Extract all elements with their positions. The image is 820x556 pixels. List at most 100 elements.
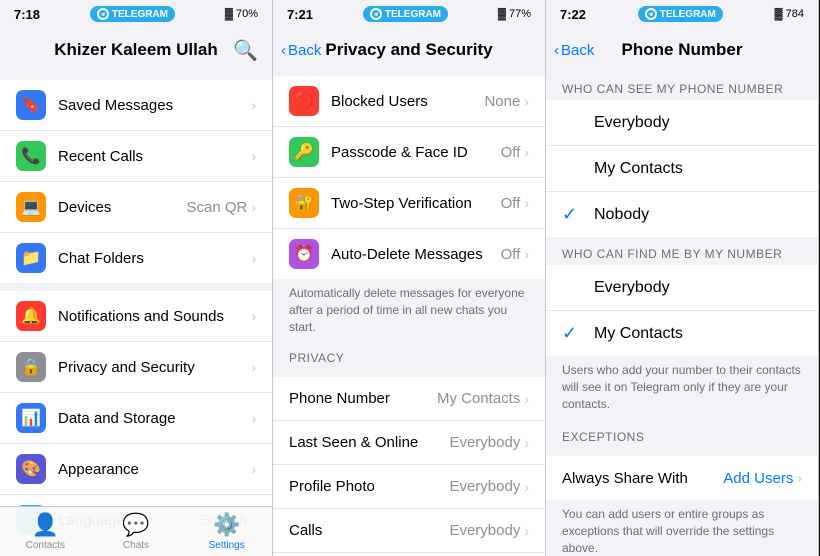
auto-delete-item[interactable]: ⏰ Auto-Delete Messages Off › bbox=[273, 229, 545, 279]
calls-privacy-item[interactable]: Calls Everybody › bbox=[273, 509, 545, 553]
recent-calls-icon: 📞 bbox=[16, 141, 46, 171]
chat-folders-item[interactable]: 📁 Chat Folders › bbox=[0, 233, 272, 283]
chevron-passcode: › bbox=[524, 144, 529, 160]
telegram-label-3: TELEGRAM bbox=[660, 9, 716, 20]
calls-privacy-value: Everybody bbox=[449, 522, 520, 539]
status-bar-1: 7:18 TELEGRAM ▓ 70% bbox=[0, 0, 272, 28]
always-share-label: Always Share With bbox=[562, 470, 723, 487]
section2-note: Users who add your number to their conta… bbox=[546, 356, 818, 420]
phone-number-privacy-item[interactable]: Phone Number My Contacts › bbox=[273, 377, 545, 421]
devices-icon: 💻 bbox=[16, 192, 46, 222]
my-contacts-check-2: ✓ bbox=[562, 323, 582, 344]
exceptions-header: EXCEPTIONS bbox=[546, 420, 818, 448]
panel2-header: ‹ Back Privacy and Security bbox=[273, 28, 545, 72]
blocked-icon: 🚫 bbox=[289, 86, 319, 116]
status-bar-3: 7:22 TELEGRAM ▓ 784 bbox=[546, 0, 818, 28]
passcode-value: Off bbox=[501, 144, 521, 161]
telegram-label-1: TELEGRAM bbox=[112, 9, 168, 20]
saved-messages-item[interactable]: 🔖 Saved Messages › bbox=[0, 80, 272, 131]
privacy-item[interactable]: 🔒 Privacy and Security › bbox=[0, 342, 272, 393]
phone-number-privacy-value: My Contacts bbox=[437, 390, 520, 407]
chevron-folders: › bbox=[251, 250, 256, 266]
recent-calls-item[interactable]: 📞 Recent Calls › bbox=[0, 131, 272, 182]
chevron-appearance: › bbox=[251, 461, 256, 477]
always-share-value: Add Users bbox=[723, 470, 793, 487]
my-contacts-option-1[interactable]: ✓ My Contacts bbox=[546, 146, 818, 192]
contacts-tab-label: Contacts bbox=[26, 540, 65, 551]
profile-photo-item[interactable]: Profile Photo Everybody › bbox=[273, 465, 545, 509]
always-share-section: Always Share With Add Users › bbox=[546, 456, 818, 500]
my-contacts-option-2[interactable]: ✓ My Contacts bbox=[546, 311, 818, 356]
everybody-option-2[interactable]: ✓ Everybody bbox=[546, 265, 818, 311]
settings-section-1: 🔖 Saved Messages › 📞 Recent Calls › 💻 De… bbox=[0, 80, 272, 283]
time-2: 7:21 bbox=[287, 7, 313, 22]
chevron-two-step: › bbox=[524, 195, 529, 211]
calls-privacy-label: Calls bbox=[289, 522, 449, 539]
passcode-item[interactable]: 🔑 Passcode & Face ID Off › bbox=[273, 127, 545, 178]
chat-folders-icon: 📁 bbox=[16, 243, 46, 273]
chevron-notif: › bbox=[251, 308, 256, 324]
status-bar-2: 7:21 TELEGRAM ▓ 77% bbox=[273, 0, 545, 28]
back-label-2: Back bbox=[288, 42, 321, 59]
telegram-badge-2: TELEGRAM bbox=[363, 6, 448, 22]
notifications-item[interactable]: 🔔 Notifications and Sounds › bbox=[0, 291, 272, 342]
back-button-2[interactable]: ‹ Back bbox=[281, 42, 321, 59]
auto-delete-icon: ⏰ bbox=[289, 239, 319, 269]
always-share-item[interactable]: Always Share With Add Users › bbox=[546, 456, 818, 500]
appearance-label: Appearance bbox=[58, 461, 251, 478]
panel-privacy: 7:21 TELEGRAM ▓ 77% ‹ Back Privacy and S… bbox=[273, 0, 546, 556]
tab-contacts[interactable]: 👤 Contacts bbox=[0, 512, 91, 551]
chevron-blocked: › bbox=[524, 93, 529, 109]
my-contacts-label-2: My Contacts bbox=[594, 325, 683, 343]
auto-delete-note: Automatically delete messages for everyo… bbox=[273, 279, 545, 343]
last-seen-item[interactable]: Last Seen & Online Everybody › bbox=[273, 421, 545, 465]
notifications-label: Notifications and Sounds bbox=[58, 308, 251, 325]
data-storage-item[interactable]: 📊 Data and Storage › bbox=[0, 393, 272, 444]
settings-tab-icon: ⚙️ bbox=[213, 512, 240, 538]
panel1-header: Khizer Kaleem Ullah 🔍 bbox=[0, 28, 272, 72]
bottom-tabs: 👤 Contacts 💬 Chats ⚙️ Settings bbox=[0, 506, 272, 556]
chevron-data: › bbox=[251, 410, 256, 426]
contacts-tab-icon: 👤 bbox=[32, 512, 59, 538]
privacy-label: Privacy and Security bbox=[58, 359, 251, 376]
panel-phone-number: 7:22 TELEGRAM ▓ 784 ‹ Back Phone Number … bbox=[546, 0, 819, 556]
two-step-label: Two-Step Verification bbox=[331, 195, 501, 212]
recent-calls-label: Recent Calls bbox=[58, 148, 251, 165]
saved-messages-icon: 🔖 bbox=[16, 90, 46, 120]
devices-label: Devices bbox=[58, 199, 186, 216]
exceptions-note: You can add users or entire groups as ex… bbox=[546, 500, 818, 556]
privacy-top-section: 🚫 Blocked Users None › 🔑 Passcode & Face… bbox=[273, 76, 545, 279]
nobody-option[interactable]: ✓ Nobody bbox=[546, 192, 818, 237]
everybody-option-1[interactable]: ✓ Everybody bbox=[546, 100, 818, 146]
chevron-privacy: › bbox=[251, 359, 256, 375]
privacy-header: PRIVACY bbox=[273, 343, 545, 369]
section1-header: WHO CAN SEE MY PHONE NUMBER bbox=[546, 72, 818, 100]
who-can-see-group: ✓ Everybody ✓ My Contacts ✓ Nobody bbox=[546, 100, 818, 237]
appearance-item[interactable]: 🎨 Appearance › bbox=[0, 444, 272, 495]
two-step-item[interactable]: 🔐 Two-Step Verification Off › bbox=[273, 178, 545, 229]
nobody-check: ✓ bbox=[562, 204, 582, 225]
search-icon[interactable]: 🔍 bbox=[233, 38, 258, 63]
nobody-label: Nobody bbox=[594, 206, 649, 224]
two-step-value: Off bbox=[501, 195, 521, 212]
back-chevron-3: ‹ bbox=[554, 42, 559, 59]
tab-chats[interactable]: 💬 Chats bbox=[91, 512, 182, 551]
phone-number-privacy-label: Phone Number bbox=[289, 390, 437, 407]
chevron-phone: › bbox=[524, 391, 529, 407]
panel2-title: Privacy and Security bbox=[325, 40, 492, 60]
appearance-icon: 🎨 bbox=[16, 454, 46, 484]
my-contacts-label-1: My Contacts bbox=[594, 160, 683, 178]
last-seen-value: Everybody bbox=[449, 434, 520, 451]
settings-scroll: 🔖 Saved Messages › 📞 Recent Calls › 💻 De… bbox=[0, 72, 272, 556]
blocked-value: None bbox=[484, 93, 520, 110]
chevron-auto-delete: › bbox=[524, 246, 529, 262]
blocked-users-item[interactable]: 🚫 Blocked Users None › bbox=[273, 76, 545, 127]
privacy-items-section: Phone Number My Contacts › Last Seen & O… bbox=[273, 377, 545, 556]
passcode-icon: 🔑 bbox=[289, 137, 319, 167]
who-can-find-group: ✓ Everybody ✓ My Contacts bbox=[546, 265, 818, 356]
panel3-header: ‹ Back Phone Number bbox=[546, 28, 818, 72]
tab-settings[interactable]: ⚙️ Settings bbox=[181, 512, 272, 551]
time-1: 7:18 bbox=[14, 7, 40, 22]
devices-item[interactable]: 💻 Devices Scan QR › bbox=[0, 182, 272, 233]
back-button-3[interactable]: ‹ Back bbox=[554, 42, 594, 59]
